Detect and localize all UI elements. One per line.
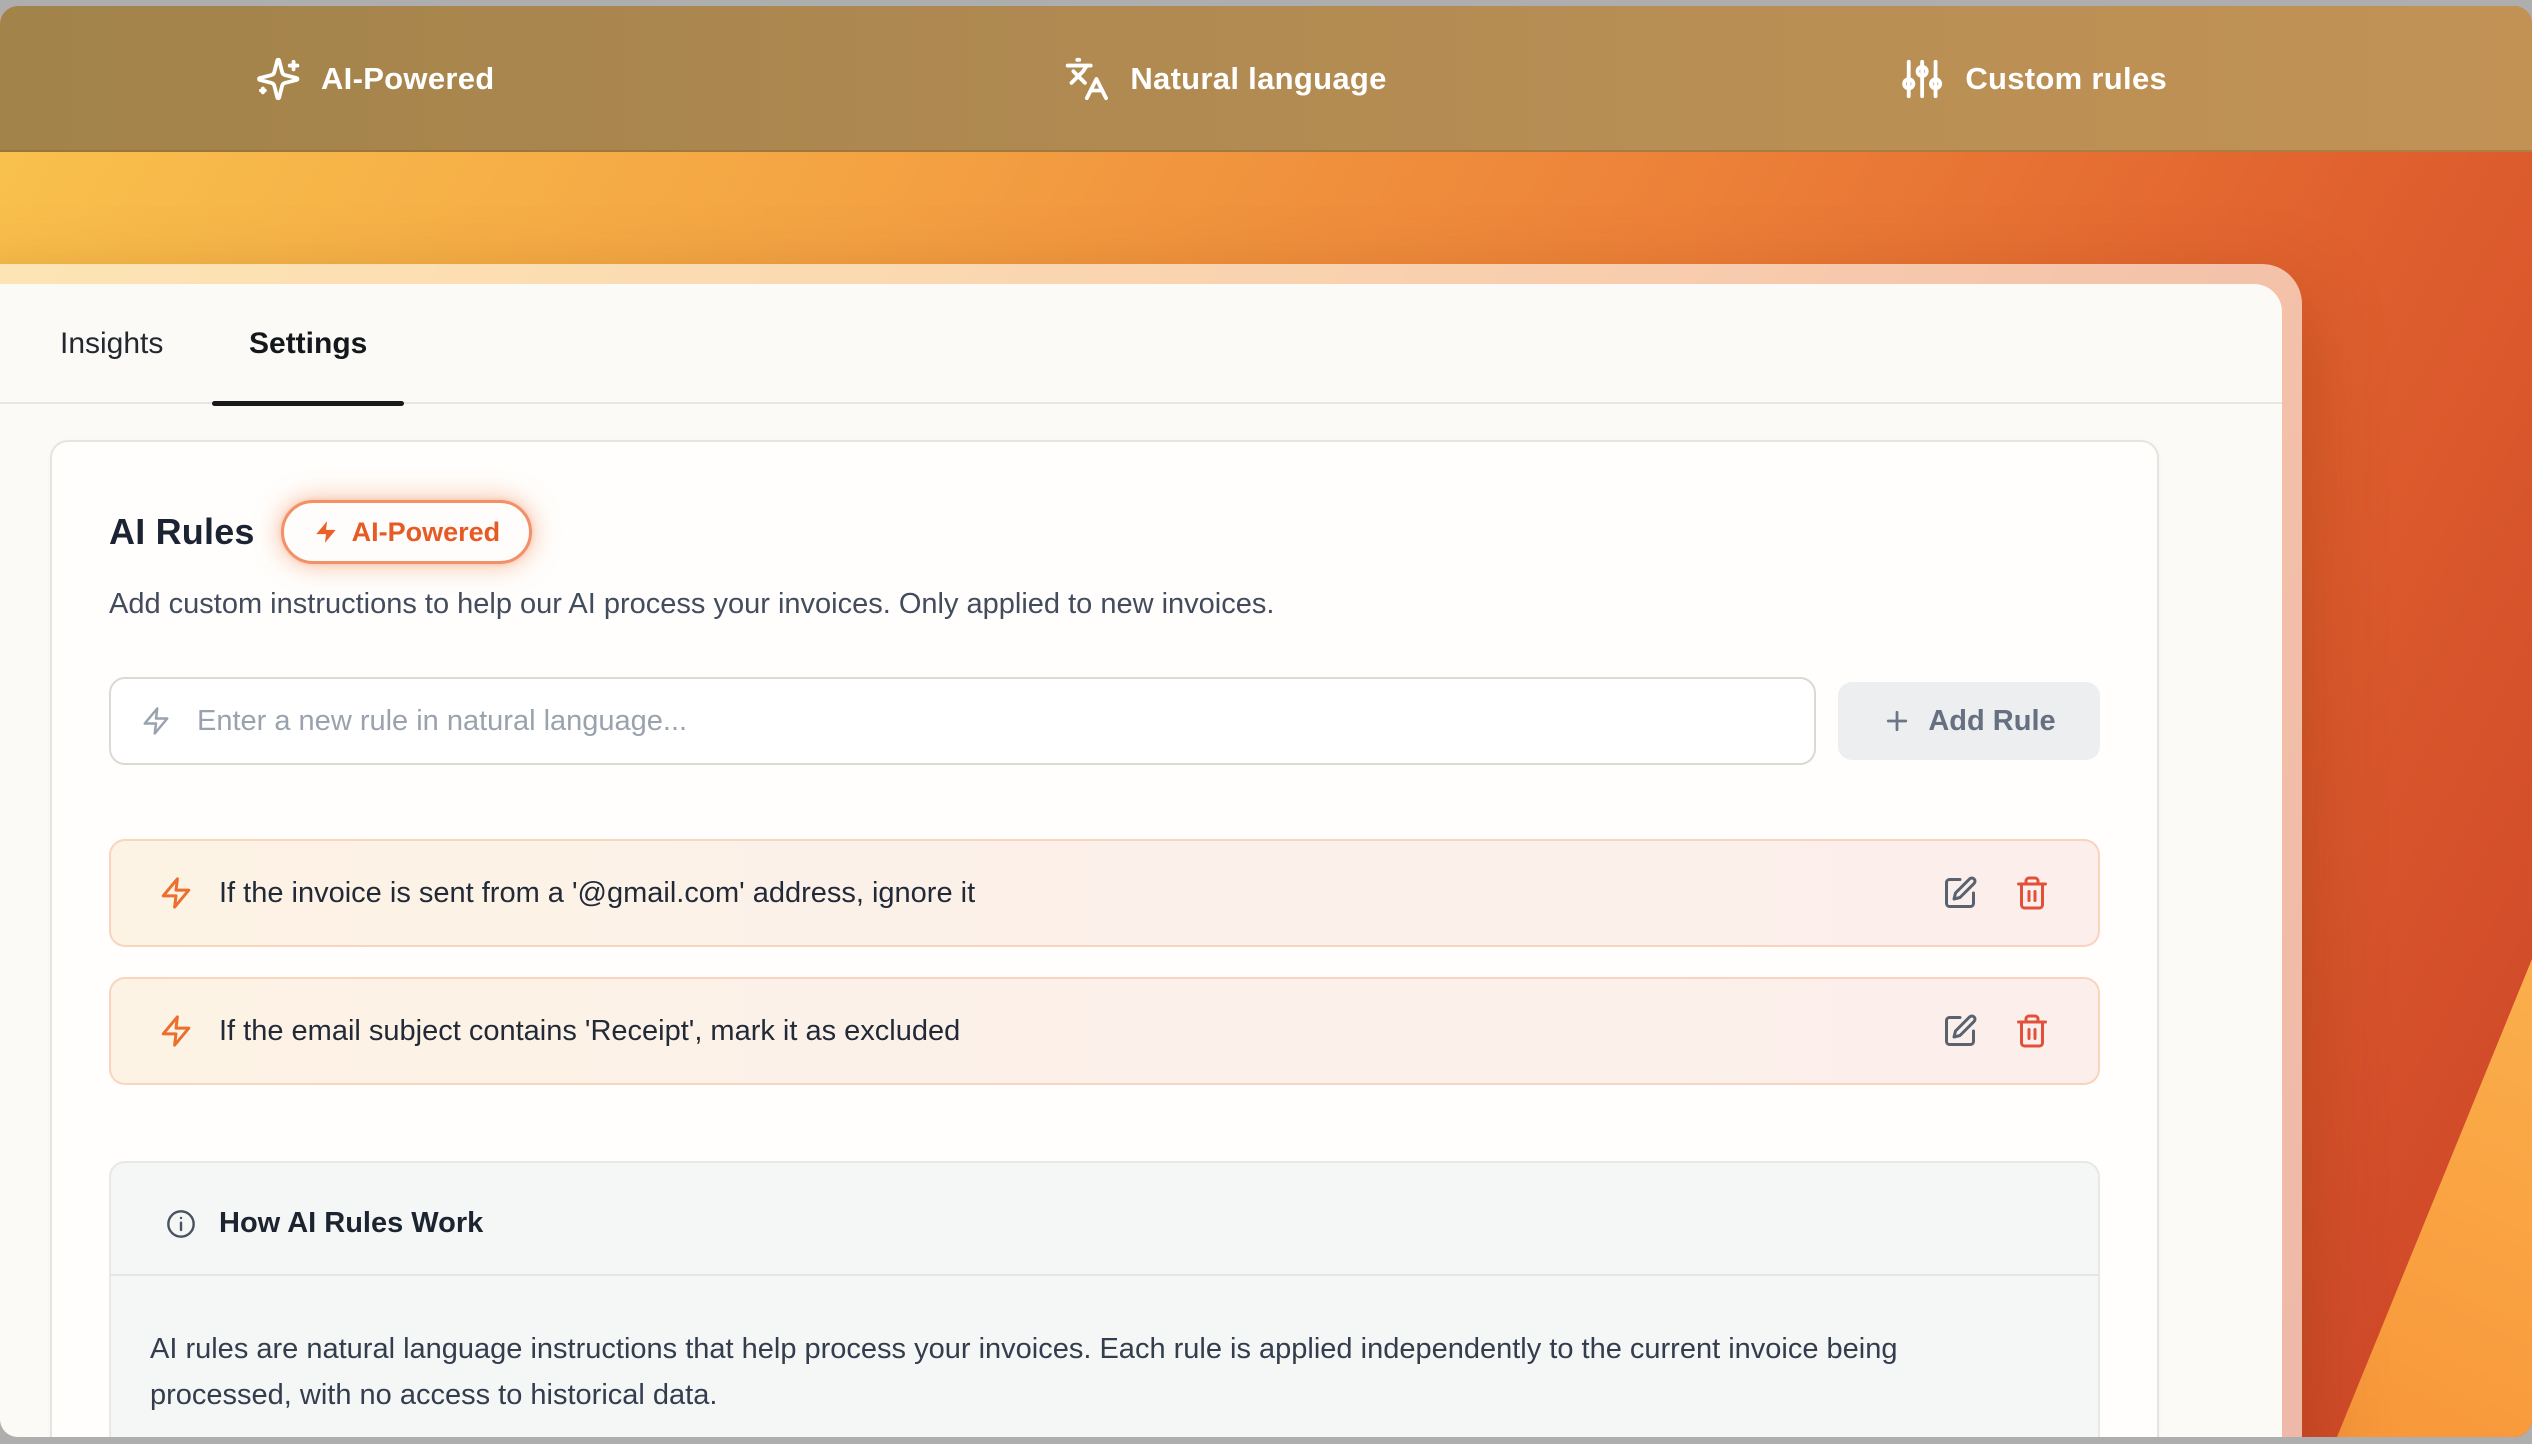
add-rule-label: Add Rule <box>1928 705 2055 738</box>
screenshot-canvas: AI-Powered Natural language Custom rules… <box>0 6 2532 1437</box>
rules-list: If the invoice is sent from a '@gmail.co… <box>109 839 2100 1085</box>
tab-insights[interactable]: Insights <box>60 284 163 404</box>
info-panel-header: How AI Rules Work <box>111 1163 2098 1276</box>
ai-rules-card: AI Rules AI-Powered Add custom instructi… <box>50 440 2159 1437</box>
sparkles-icon <box>255 56 301 102</box>
zap-icon <box>159 876 193 910</box>
square-pen-icon <box>1942 875 1978 911</box>
wallpaper-triangle <box>2337 959 2532 1437</box>
trash-icon <box>2014 1013 2050 1049</box>
plus-icon <box>1882 706 1912 736</box>
tab-bar: Insights Settings <box>0 284 2282 404</box>
new-rule-row: Add Rule <box>109 677 2100 765</box>
rule-row: If the invoice is sent from a '@gmail.co… <box>109 839 2100 947</box>
rule-actions <box>1942 1013 2050 1049</box>
languages-icon <box>1064 56 1110 102</box>
trash-icon <box>2014 875 2050 911</box>
edit-rule-button[interactable] <box>1942 1013 1978 1049</box>
feature-banner: AI-Powered Natural language Custom rules <box>0 6 2532 152</box>
card-heading-row: AI Rules AI-Powered <box>109 500 2100 564</box>
banner-label: Custom rules <box>1965 61 2167 97</box>
banner-label: Natural language <box>1130 61 1386 97</box>
sliders-vertical-icon <box>1899 56 1945 102</box>
settings-window: Insights Settings AI Rules AI-Powered Ad… <box>0 284 2282 1437</box>
info-panel-title: How AI Rules Work <box>219 1207 483 1240</box>
rule-text: If the invoice is sent from a '@gmail.co… <box>219 877 1916 910</box>
new-rule-input[interactable] <box>197 705 1784 738</box>
banner-item-custom-rules: Custom rules <box>1899 6 2167 152</box>
add-rule-button[interactable]: Add Rule <box>1838 682 2100 760</box>
zap-icon <box>159 1014 193 1048</box>
card-title: AI Rules <box>109 511 255 553</box>
tab-settings[interactable]: Settings <box>212 284 404 404</box>
banner-label: AI-Powered <box>321 61 495 97</box>
banner-item-natural-language: Natural language <box>1064 6 1386 152</box>
card-description: Add custom instructions to help our AI p… <box>109 588 2100 621</box>
info-circle-icon <box>165 1208 197 1240</box>
delete-rule-button[interactable] <box>2014 1013 2050 1049</box>
ai-powered-badge: AI-Powered <box>281 500 533 564</box>
square-pen-icon <box>1942 1013 1978 1049</box>
zap-icon <box>141 706 171 736</box>
delete-rule-button[interactable] <box>2014 875 2050 911</box>
edit-rule-button[interactable] <box>1942 875 1978 911</box>
info-panel-body: AI rules are natural language instructio… <box>111 1276 2098 1437</box>
rule-text: If the email subject contains 'Receipt',… <box>219 1015 1916 1048</box>
banner-item-ai-powered: AI-Powered <box>255 6 495 152</box>
zap-icon <box>313 519 339 545</box>
badge-label: AI-Powered <box>352 517 501 548</box>
rule-row: If the email subject contains 'Receipt',… <box>109 977 2100 1085</box>
info-panel: How AI Rules Work AI rules are natural l… <box>109 1161 2100 1437</box>
new-rule-input-wrap <box>109 677 1816 765</box>
rule-actions <box>1942 875 2050 911</box>
